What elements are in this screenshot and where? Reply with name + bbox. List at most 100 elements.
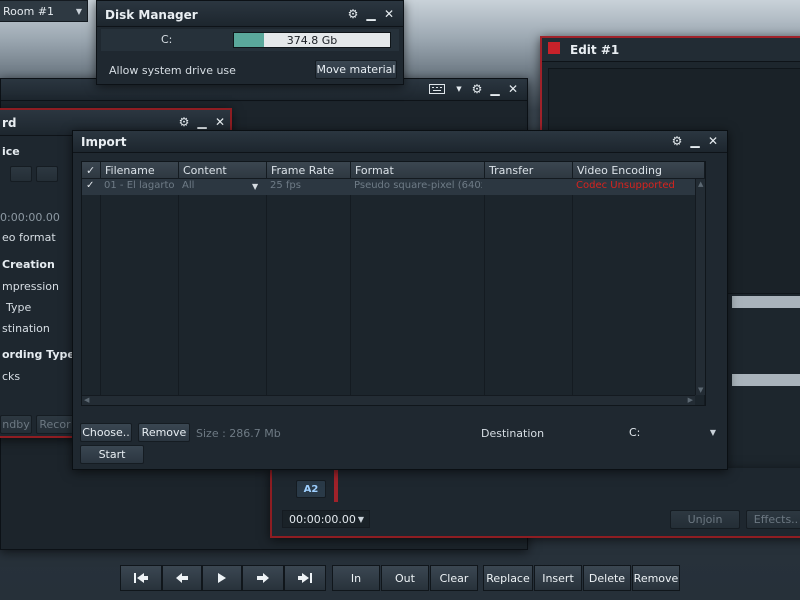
video-format-label: eo format <box>2 231 56 244</box>
column-divider <box>266 162 267 405</box>
gear-icon[interactable]: ⚙ <box>471 82 483 96</box>
step-back-button[interactable] <box>162 565 202 591</box>
row-format: Pseudo square-pixel (640x <box>354 180 482 191</box>
column-divider <box>350 162 351 405</box>
chevron-down-icon[interactable]: ▼ <box>453 82 465 96</box>
disk-manager-titlebar: Disk Manager ⚙ ▁ ✕ <box>97 1 403 27</box>
out-button[interactable]: Out <box>381 565 429 591</box>
scroll-right-icon[interactable]: ▶ <box>688 396 693 404</box>
clear-button[interactable]: Clear <box>430 565 478 591</box>
edit-timecode: 00:00:00.00 <box>289 512 356 526</box>
replace-button[interactable]: Replace <box>483 565 533 591</box>
recording-type-header: ording Type <box>2 348 75 361</box>
column-divider <box>178 162 179 405</box>
remove-button[interactable]: Remove <box>632 565 680 591</box>
allow-system-drive-label[interactable]: Allow system drive use <box>109 64 236 77</box>
red-square-icon <box>548 42 560 54</box>
insert-button[interactable]: Insert <box>534 565 582 591</box>
minimize-icon[interactable]: ▁ <box>196 115 208 129</box>
in-button[interactable]: In <box>332 565 380 591</box>
edit-panel-title: Edit #1 <box>570 43 620 57</box>
record-button[interactable]: Recor <box>36 415 74 434</box>
table-vertical-scrollbar[interactable]: ▲ ▼ <box>695 179 705 395</box>
chevron-down-icon: ▼ <box>709 428 716 437</box>
go-to-end-button[interactable] <box>284 565 326 591</box>
record-panel-title: rd <box>2 116 17 130</box>
minimize-icon[interactable]: ▁ <box>489 82 501 96</box>
import-titlebar: Import ⚙ ▁ ✕ <box>73 131 727 153</box>
chevron-down-icon: ▼ <box>357 514 364 524</box>
skip-to-start-icon <box>134 573 148 583</box>
column-divider <box>484 162 485 405</box>
minimize-icon[interactable]: ▁ <box>689 134 701 148</box>
minimize-icon[interactable]: ▁ <box>365 7 377 21</box>
content-column-header[interactable]: Content <box>183 164 227 177</box>
standby-button[interactable]: ndby <box>0 415 32 434</box>
disk-usage-bar: 374.8 Gb <box>233 32 391 48</box>
transfer-column-header[interactable]: Transfer <box>489 164 533 177</box>
background-window-controls: ▼ ⚙ ▁ ✕ <box>427 82 519 96</box>
close-icon[interactable]: ✕ <box>383 7 395 21</box>
edit-scrollbar-2[interactable] <box>732 374 800 386</box>
edit-scrollbar-1[interactable] <box>732 296 800 308</box>
scroll-up-icon[interactable]: ▲ <box>698 180 703 188</box>
scroll-down-icon[interactable]: ▼ <box>698 386 703 394</box>
import-title: Import <box>81 135 127 149</box>
timeline-panel: A2 00:00:00.00 ▼ Unjoin Effects.. <box>270 468 800 538</box>
chevron-down-icon[interactable]: ▼ <box>252 182 258 191</box>
edit-timecode-dropdown[interactable]: 00:00:00.00 ▼ <box>282 510 370 528</box>
filename-column-header[interactable]: Filename <box>105 164 155 177</box>
row-frame-rate: 25 fps <box>270 180 301 191</box>
close-icon[interactable]: ✕ <box>507 82 519 96</box>
choose-button[interactable]: Choose.. <box>80 423 132 442</box>
play-button[interactable] <box>202 565 242 591</box>
keyboard-icon[interactable] <box>427 82 447 96</box>
start-button[interactable]: Start <box>80 445 144 464</box>
import-table: ✓ Filename Content Frame Rate Format Tra… <box>81 161 706 406</box>
disk-free-space: 374.8 Gb <box>286 34 338 47</box>
gear-icon[interactable]: ⚙ <box>671 134 683 148</box>
table-row[interactable]: ✓ 01 - El lagarto ( All ▼ 25 fps Pseudo … <box>82 179 705 195</box>
format-column-header[interactable]: Format <box>355 164 394 177</box>
edit-panel-titlebar: Edit #1 <box>542 38 800 62</box>
close-icon[interactable]: ✕ <box>214 115 226 129</box>
row-check[interactable]: ✓ <box>86 180 94 191</box>
type-label: Type <box>6 301 32 314</box>
video-encoding-column-header[interactable]: Video Encoding <box>577 164 662 177</box>
row-video-encoding: Codec Unsupported <box>576 180 675 191</box>
column-divider <box>572 162 573 405</box>
destination-label: stination <box>2 322 50 335</box>
check-column-header[interactable]: ✓ <box>86 164 95 177</box>
step-forward-button[interactable] <box>242 565 284 591</box>
chevron-down-icon: ▼ <box>75 6 82 16</box>
effects-button[interactable]: Effects.. <box>746 510 800 529</box>
frame-rate-column-header[interactable]: Frame Rate <box>271 164 334 177</box>
destination-label: Destination <box>481 427 545 440</box>
gear-icon[interactable]: ⚙ <box>178 115 190 129</box>
unjoin-button[interactable]: Unjoin <box>670 510 740 529</box>
device-button-1[interactable] <box>10 166 32 182</box>
import-table-header: ✓ Filename Content Frame Rate Format Tra… <box>82 162 705 179</box>
table-horizontal-scrollbar[interactable]: ◀ ▶ <box>82 395 695 405</box>
drive-label: C: <box>161 33 173 46</box>
device-header: ice <box>2 145 20 158</box>
scroll-left-icon[interactable]: ◀ <box>84 396 89 404</box>
row-content[interactable]: All <box>182 180 194 191</box>
room-selector[interactable]: Room #1 ▼ <box>0 0 88 22</box>
destination-dropdown[interactable]: C: ▼ <box>625 423 721 442</box>
import-size-text: Size : 286.7 Mb <box>196 427 281 440</box>
skip-to-end-icon <box>298 573 312 583</box>
close-icon[interactable]: ✕ <box>707 134 719 148</box>
device-button-2[interactable] <box>36 166 58 182</box>
import-dialog: Import ⚙ ▁ ✕ ✓ Filename Content Frame Ra… <box>72 130 728 470</box>
track-a2-button[interactable]: A2 <box>296 480 326 498</box>
arrow-right-icon <box>257 573 269 583</box>
creation-header: Creation <box>2 258 55 271</box>
row-filename: 01 - El lagarto ( <box>104 180 176 191</box>
delete-button[interactable]: Delete <box>583 565 631 591</box>
go-to-start-button[interactable] <box>120 565 162 591</box>
remove-file-button[interactable]: Remove <box>138 423 190 442</box>
disk-manager-title: Disk Manager <box>105 8 198 22</box>
move-material-button[interactable]: Move material <box>315 60 397 79</box>
gear-icon[interactable]: ⚙ <box>347 7 359 21</box>
